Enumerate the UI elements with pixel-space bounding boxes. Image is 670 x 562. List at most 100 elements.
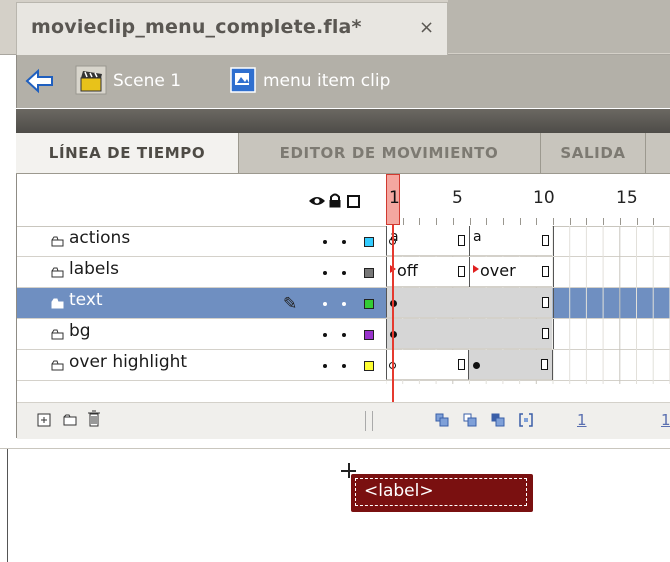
timeline-header: 5 10 15 bbox=[17, 174, 670, 227]
frame-divider bbox=[469, 226, 470, 256]
frame-ruler-tick bbox=[619, 218, 621, 225]
layer-outline-color[interactable] bbox=[364, 299, 374, 309]
edit-bar: Scene 1 menu item clip bbox=[16, 55, 670, 108]
visibility-dot[interactable] bbox=[323, 302, 327, 306]
frame-number-15: 15 bbox=[616, 188, 638, 208]
frame-divider bbox=[552, 350, 553, 380]
keyframe-filled[interactable] bbox=[473, 362, 480, 369]
layer-name: actions bbox=[69, 228, 131, 248]
frame-ruler-tick bbox=[536, 218, 538, 225]
frame-end-marker bbox=[542, 235, 549, 246]
layer-icon bbox=[51, 329, 64, 340]
visibility-dot[interactable] bbox=[323, 364, 327, 368]
document-title: movieclip_menu_complete.fla* bbox=[31, 16, 362, 38]
layer-outline-color[interactable] bbox=[364, 361, 374, 371]
layer-outline-color[interactable] bbox=[364, 268, 374, 278]
frame-span-bg[interactable] bbox=[386, 319, 554, 349]
frame-ruler-tick bbox=[636, 218, 638, 225]
visibility-dot[interactable] bbox=[323, 240, 327, 244]
lock-icon[interactable] bbox=[328, 193, 342, 208]
scene-clapper-icon[interactable] bbox=[75, 65, 107, 95]
onion-skin-icon[interactable] bbox=[463, 413, 477, 427]
onion-skin-outlines-icon[interactable] bbox=[491, 413, 505, 427]
tab-timeline[interactable]: LÍNEA DE TIEMPO bbox=[16, 133, 239, 173]
frame-ruler-tick bbox=[452, 218, 454, 225]
frame-divider bbox=[553, 288, 554, 318]
center-frame-icon[interactable] bbox=[435, 413, 449, 427]
frame-divider bbox=[469, 257, 470, 287]
lock-dot[interactable] bbox=[342, 240, 346, 244]
frame-ruler-tick bbox=[603, 218, 605, 225]
back-arrow-icon[interactable] bbox=[25, 68, 55, 94]
layer-name: bg bbox=[69, 321, 91, 341]
frame-label: off bbox=[397, 261, 418, 280]
movieclip-symbol-icon[interactable] bbox=[229, 66, 257, 94]
close-tab-icon[interactable]: × bbox=[419, 17, 434, 38]
frame-label: over bbox=[480, 261, 516, 280]
delete-trash-icon[interactable] bbox=[87, 409, 101, 427]
document-tab[interactable]: movieclip_menu_complete.fla* × bbox=[16, 2, 448, 55]
frame-ruler-tick bbox=[486, 218, 488, 225]
lock-dot[interactable] bbox=[342, 364, 346, 368]
frame-span-text[interactable] bbox=[386, 288, 554, 318]
stage-divider bbox=[0, 448, 670, 449]
tab-output[interactable]: SALIDA bbox=[541, 133, 646, 173]
frame-number-10: 10 bbox=[533, 188, 555, 208]
frame-end-marker bbox=[458, 266, 465, 277]
lock-dot[interactable] bbox=[342, 302, 346, 306]
frame-label-flag bbox=[473, 265, 479, 273]
symbol-breadcrumb[interactable]: menu item clip bbox=[263, 71, 390, 91]
layer-name: labels bbox=[69, 259, 119, 279]
visibility-dot[interactable] bbox=[323, 271, 327, 275]
layer-icon bbox=[51, 236, 64, 247]
scene-breadcrumb[interactable]: Scene 1 bbox=[113, 71, 181, 91]
frame-span-over-highlight[interactable] bbox=[468, 350, 553, 380]
frame-ruler-tick bbox=[419, 218, 421, 225]
frame-rate-field[interactable]: 1 bbox=[661, 411, 670, 429]
visibility-dot[interactable] bbox=[323, 333, 327, 337]
frame-end-marker bbox=[542, 328, 549, 339]
lock-dot[interactable] bbox=[342, 271, 346, 275]
label-text: <label> bbox=[364, 481, 434, 501]
frame-ruler-tick bbox=[653, 218, 655, 225]
frame-span-over-highlight-empty[interactable] bbox=[386, 350, 468, 380]
frame-divider bbox=[553, 226, 554, 256]
frame-ruler-tick bbox=[469, 218, 471, 225]
flash-ide-window: movieclip_menu_complete.fla* × Scene 1 m… bbox=[0, 0, 670, 562]
label-movieclip[interactable]: <label> bbox=[351, 474, 533, 512]
playhead-line bbox=[392, 225, 394, 429]
frame-spans: a a off over bbox=[386, 226, 554, 384]
timeline-bottom-bar: 1 1 bbox=[17, 402, 670, 439]
layer-outline-color[interactable] bbox=[364, 237, 374, 247]
frame-divider bbox=[553, 319, 554, 349]
lock-dot[interactable] bbox=[342, 333, 346, 337]
frame-ruler-tick bbox=[569, 218, 571, 225]
current-frame-field[interactable]: 1 bbox=[577, 411, 587, 429]
scroll-divider[interactable] bbox=[365, 411, 373, 431]
current-frame-number: 1 bbox=[389, 188, 400, 208]
tab-bar-empty-area bbox=[448, 0, 670, 53]
edit-multiple-frames-icon[interactable] bbox=[519, 413, 533, 427]
frame-ruler-tick bbox=[519, 218, 521, 225]
frame-end-marker bbox=[458, 359, 465, 370]
new-layer-icon[interactable] bbox=[37, 413, 51, 427]
stage-edge bbox=[7, 449, 8, 562]
dynamic-text-field[interactable]: <label> bbox=[355, 478, 527, 506]
registration-crosshair bbox=[348, 463, 350, 478]
show-hide-eye-icon[interactable] bbox=[308, 195, 326, 207]
new-folder-icon[interactable] bbox=[63, 413, 77, 427]
layer-name: text bbox=[69, 290, 103, 310]
layer-icon bbox=[51, 267, 64, 278]
frame-ruler-tick bbox=[586, 218, 588, 225]
frame-end-marker bbox=[541, 359, 548, 370]
frame-span-actions[interactable]: a a bbox=[386, 226, 554, 256]
layer-name: over highlight bbox=[69, 352, 188, 372]
tab-motion-editor[interactable]: EDITOR DE MOVIMIENTO bbox=[238, 133, 541, 173]
frame-span-labels[interactable]: off over bbox=[386, 257, 554, 287]
action-script-marker: a bbox=[473, 229, 482, 245]
layer-outline-color[interactable] bbox=[364, 330, 374, 340]
layer-icon bbox=[51, 298, 64, 309]
outline-toggle-icon[interactable] bbox=[347, 195, 360, 208]
panel-title-strip bbox=[16, 109, 670, 133]
panel-tab-bar: LÍNEA DE TIEMPO EDITOR DE MOVIMIENTO SAL… bbox=[16, 133, 670, 174]
